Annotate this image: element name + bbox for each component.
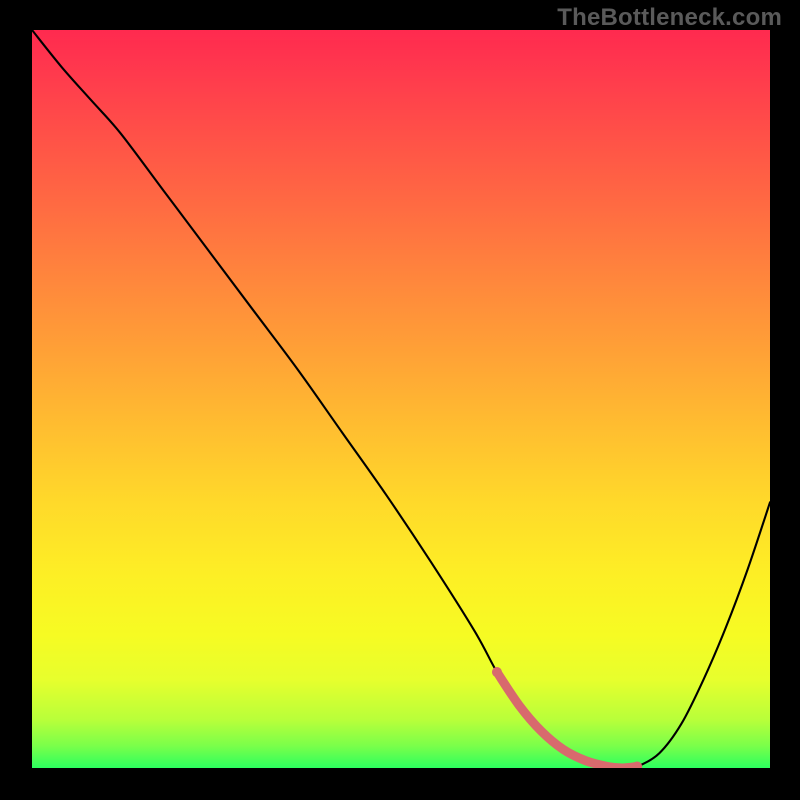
- bottleneck-curve: [32, 30, 770, 768]
- gradient-plot-area: [32, 30, 770, 768]
- watermark-text: TheBottleneck.com: [557, 4, 782, 32]
- highlight-endpoint-left: [492, 667, 502, 677]
- curve-svg: [32, 30, 770, 768]
- bottleneck-highlight-segment: [497, 672, 637, 768]
- chart-container: TheBottleneck.com: [0, 0, 800, 800]
